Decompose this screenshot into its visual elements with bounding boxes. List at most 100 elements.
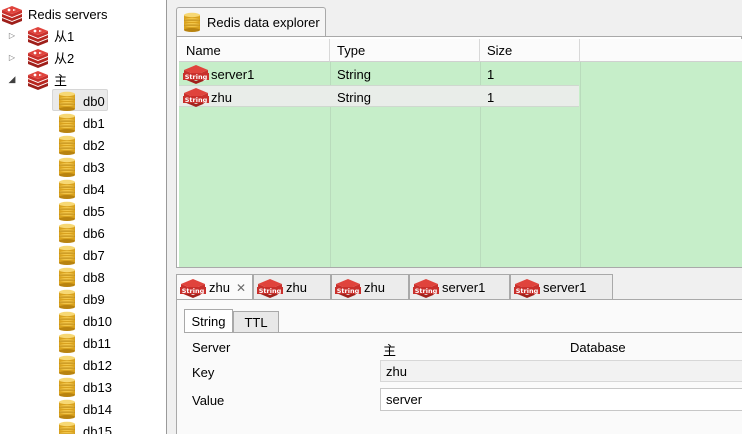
db-label: db4 (83, 181, 105, 197)
tab-key-zhu[interactable]: zhu (253, 274, 331, 300)
keys-table: Name Type Size server1 String 1 zhu Stri… (179, 39, 742, 267)
tab-label: server1 (442, 280, 486, 295)
tree-db-node[interactable]: db1 (58, 112, 105, 134)
column-header-size[interactable]: Size (480, 39, 580, 62)
string-type-icon (335, 278, 361, 298)
db-label: db8 (83, 269, 105, 285)
string-type-icon (257, 278, 283, 298)
string-type-icon (183, 87, 209, 107)
string-type-icon (183, 64, 209, 84)
db-label: db12 (83, 357, 112, 373)
value-field-value: server (386, 392, 423, 407)
database-icon (58, 333, 76, 353)
string-type-icon (180, 278, 206, 298)
value-field-label: Value (192, 393, 225, 408)
row-type: String (337, 66, 371, 82)
tree-db-node[interactable]: db8 (58, 266, 105, 288)
tree-db-node[interactable]: db10 (58, 310, 112, 332)
close-icon[interactable]: ✕ (236, 281, 246, 295)
database-icon (58, 91, 76, 111)
subtab-ttl[interactable]: TTL (233, 311, 279, 333)
tree-db-node[interactable]: db15 (58, 420, 112, 434)
tree-db-node[interactable]: db14 (58, 398, 112, 420)
db-label: db9 (83, 291, 105, 307)
db-label: db0 (83, 93, 105, 109)
tab-label: zhu (364, 280, 385, 295)
redis-server-icon (26, 46, 50, 68)
db-label: db1 (83, 115, 105, 131)
database-icon (58, 245, 76, 265)
column-header-label: Name (186, 42, 221, 58)
database-field-label: Database (570, 340, 626, 355)
database-icon (58, 377, 76, 397)
table-row[interactable]: server1 String 1 (179, 63, 579, 85)
expand-arrow-icon[interactable]: ▷ (7, 30, 17, 40)
tree-server-node[interactable]: 从1 (26, 24, 74, 46)
database-icon (58, 399, 76, 419)
db-label: db14 (83, 401, 112, 417)
tree-db-node[interactable]: db0 (58, 90, 105, 112)
db-label: db7 (83, 247, 105, 263)
tree-db-node[interactable]: db13 (58, 376, 112, 398)
server-label: 从1 (54, 28, 75, 44)
tab-redis-data-explorer[interactable]: Redis data explorer (176, 7, 326, 36)
tree-db-node[interactable]: db4 (58, 178, 105, 200)
db-label: db11 (83, 335, 111, 351)
tab-label: server1 (543, 280, 587, 295)
db-label: db2 (83, 137, 105, 153)
table-row[interactable]: zhu String 1 (179, 85, 579, 107)
column-header-name[interactable]: Name (179, 39, 330, 62)
database-icon (58, 179, 76, 199)
server-label: 从2 (54, 50, 75, 66)
column-header-empty (580, 39, 742, 62)
divider (184, 332, 742, 333)
db-label: db15 (83, 423, 112, 434)
tab-label: Redis data explorer (207, 14, 320, 30)
database-icon (58, 157, 76, 177)
redis-server-icon (0, 3, 24, 25)
row-size: 1 (487, 89, 495, 105)
tree-db-node[interactable]: db12 (58, 354, 112, 376)
db-label: db5 (83, 203, 105, 219)
value-field[interactable]: server (380, 388, 742, 411)
db-label: db13 (83, 379, 112, 395)
tab-label: zhu (209, 280, 230, 295)
tree-db-node[interactable]: db5 (58, 200, 105, 222)
tree-db-node[interactable]: db6 (58, 222, 105, 244)
tab-key-zhu[interactable]: zhu (331, 274, 409, 300)
tree-db-node[interactable]: db2 (58, 134, 105, 156)
tab-key-server1[interactable]: server1 (409, 274, 510, 300)
tree-root[interactable]: Redis servers (0, 3, 107, 25)
database-icon (58, 311, 76, 331)
editor-tabs: zhu ✕ zhu zhu server1 server1 (176, 274, 742, 300)
tab-key-server1[interactable]: server1 (510, 274, 613, 300)
tree-server-node[interactable]: 从2 (26, 46, 74, 68)
column-divider (580, 62, 581, 267)
collapse-arrow-icon[interactable]: ◢ (7, 74, 17, 84)
server-tree[interactable]: Redis servers ▷ 从1 ▷ 从2 ◢ 主 db0 db1 db2 … (0, 0, 167, 434)
server-field-value: 主 (383, 343, 397, 358)
column-header-label: Type (337, 42, 366, 58)
tab-label: zhu (286, 280, 307, 295)
tab-key-zhu[interactable]: zhu ✕ (176, 274, 253, 300)
tree-db-node[interactable]: db7 (58, 244, 105, 266)
tree-db-node[interactable]: db11 (58, 332, 111, 354)
row-type: String (337, 89, 371, 105)
database-icon (58, 289, 76, 309)
string-type-icon (514, 278, 540, 298)
expand-arrow-icon[interactable]: ▷ (7, 52, 17, 62)
column-header-type[interactable]: Type (330, 39, 480, 62)
redis-server-icon (26, 24, 50, 46)
database-icon (58, 201, 76, 221)
tree-db-node[interactable]: db3 (58, 156, 105, 178)
db-label: db10 (83, 313, 112, 329)
key-field[interactable]: zhu (380, 360, 742, 382)
column-header-label: Size (487, 42, 513, 58)
database-icon (58, 267, 76, 287)
db-label: db3 (83, 159, 105, 175)
subtab-string[interactable]: String (184, 309, 233, 333)
tree-db-node[interactable]: db9 (58, 288, 105, 310)
subtab-label: TTL (244, 315, 268, 330)
tree-server-node[interactable]: 主 (26, 68, 67, 90)
database-icon (58, 135, 76, 155)
